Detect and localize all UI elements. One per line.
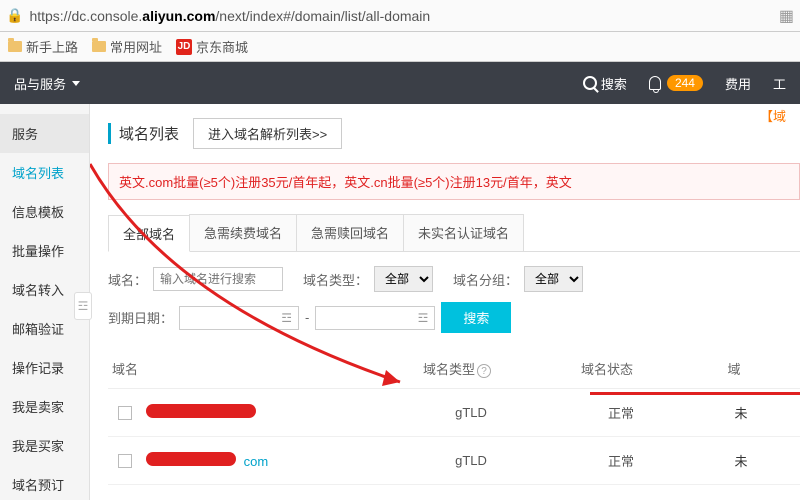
table-header: 域名 域名类型? 域名状态 域 bbox=[108, 349, 800, 389]
corner-link[interactable]: 【域 bbox=[760, 106, 786, 125]
redacted-icon bbox=[146, 404, 256, 418]
jd-icon: JD bbox=[176, 39, 192, 55]
nav-search[interactable]: 搜索 bbox=[583, 74, 627, 93]
th-status: 域名状态 bbox=[542, 359, 672, 378]
sidebar-item-op-log[interactable]: 操作记录 bbox=[0, 348, 89, 387]
filter-type-label: 域名类型： bbox=[303, 270, 368, 289]
cell-last: 未 bbox=[686, 403, 796, 422]
sidebar-item-domain-reserve[interactable]: 域名预订 bbox=[0, 465, 89, 504]
cell-domain[interactable] bbox=[146, 404, 386, 421]
promo-banner: 英文.com批量(≥5个)注册35元/首年起，英文.cn批量(≥5个)注册13元… bbox=[108, 163, 800, 200]
help-icon[interactable]: ? bbox=[477, 364, 491, 378]
row-checkbox[interactable] bbox=[118, 454, 132, 468]
tab-all-domains[interactable]: 全部域名 bbox=[108, 215, 190, 252]
sidebar-item-info-template[interactable]: 信息模板 bbox=[0, 192, 89, 231]
bookmark-label: 新手上路 bbox=[26, 37, 78, 56]
folder-icon bbox=[8, 41, 22, 52]
lock-icon: 🔒 bbox=[6, 7, 23, 24]
caret-down-icon bbox=[72, 81, 80, 86]
sidebar-item-batch-ops[interactable]: 批量操作 bbox=[0, 231, 89, 270]
bookmark-label: 常用网址 bbox=[110, 37, 162, 56]
sidebar-item-domain-list[interactable]: 域名列表 bbox=[0, 153, 89, 192]
bookmarks-bar: 新手上路 常用网址 JD 京东商城 bbox=[0, 32, 800, 62]
cell-status: 正常 bbox=[556, 451, 686, 470]
nav-fees[interactable]: 费用 bbox=[725, 74, 751, 93]
domain-suffix: com bbox=[244, 454, 269, 469]
domain-tabs: 全部域名 急需续费域名 急需赎回域名 未实名认证域名 bbox=[108, 214, 800, 252]
cell-last: 未 bbox=[686, 451, 796, 470]
page-title: 域名列表 bbox=[108, 123, 179, 144]
bell-icon bbox=[649, 76, 661, 90]
calendar-icon: ☲ bbox=[281, 311, 292, 325]
url-host: aliyun.com bbox=[142, 8, 215, 24]
notification-badge: 244 bbox=[667, 75, 703, 91]
search-button[interactable]: 搜索 bbox=[441, 302, 511, 333]
main-content: 【域 域名列表 进入域名解析列表>> 英文.com批量(≥5个)注册35元/首年… bbox=[90, 104, 800, 500]
sidebar-item-buyer[interactable]: 我是买家 bbox=[0, 426, 89, 465]
filter-type-select[interactable]: 全部 bbox=[374, 266, 433, 292]
qr-icon[interactable]: ▦ bbox=[779, 6, 794, 26]
filter-domain-label: 域名： bbox=[108, 270, 147, 289]
url-text[interactable]: https://dc.console.aliyun.com/next/index… bbox=[29, 8, 430, 24]
sidebar-item-service[interactable]: 服务 bbox=[0, 114, 89, 153]
row-checkbox[interactable] bbox=[118, 406, 132, 420]
th-type: 域名类型? bbox=[372, 359, 542, 378]
page-header: 域名列表 进入域名解析列表>> bbox=[108, 118, 800, 149]
calendar-icon: ☲ bbox=[418, 311, 429, 325]
th-last: 域 bbox=[672, 359, 796, 378]
search-icon bbox=[583, 76, 597, 90]
tab-unverified[interactable]: 未实名认证域名 bbox=[403, 214, 524, 251]
domain-table: 域名 域名类型? 域名状态 域 gTLD 正常 未 bbox=[108, 349, 800, 485]
th-domain: 域名 bbox=[112, 359, 372, 378]
filter-date-from[interactable]: ☲ bbox=[179, 306, 299, 330]
date-dash: - bbox=[305, 310, 309, 325]
folder-icon bbox=[92, 41, 106, 52]
url-prefix: https://dc.console. bbox=[29, 8, 142, 24]
filter-group-label: 域名分组： bbox=[453, 270, 518, 289]
browser-address-bar: 🔒 https://dc.console.aliyun.com/next/ind… bbox=[0, 0, 800, 32]
tab-renew-urgent[interactable]: 急需续费域名 bbox=[189, 214, 297, 251]
bookmark-jd[interactable]: JD 京东商城 bbox=[176, 37, 248, 56]
bookmark-newbie[interactable]: 新手上路 bbox=[8, 37, 78, 56]
nav-products-services[interactable]: 品与服务 bbox=[14, 74, 80, 93]
filter-group-select[interactable]: 全部 bbox=[524, 266, 583, 292]
filters: 域名： 域名类型： 全部 域名分组： 全部 到期日期： ☲ - ☲ 搜索 bbox=[108, 266, 800, 333]
cell-type: gTLD bbox=[386, 405, 556, 420]
nav-search-label: 搜索 bbox=[601, 74, 627, 93]
filter-expire-label: 到期日期： bbox=[108, 308, 173, 327]
annotation-underline bbox=[590, 392, 800, 395]
sidebar-item-seller[interactable]: 我是卖家 bbox=[0, 387, 89, 426]
top-nav: 品与服务 搜索 244 费用 工 bbox=[0, 62, 800, 104]
tab-redeem-urgent[interactable]: 急需赎回域名 bbox=[296, 214, 404, 251]
goto-dns-list-button[interactable]: 进入域名解析列表>> bbox=[193, 118, 342, 149]
nav-more[interactable]: 工 bbox=[773, 74, 786, 93]
bookmark-common-sites[interactable]: 常用网址 bbox=[92, 37, 162, 56]
table-row: com gTLD 正常 未 bbox=[108, 437, 800, 485]
cell-type: gTLD bbox=[386, 453, 556, 468]
filter-date-to[interactable]: ☲ bbox=[315, 306, 435, 330]
nav-products-label: 品与服务 bbox=[14, 74, 66, 93]
table-row: gTLD 正常 未 bbox=[108, 389, 800, 437]
filter-domain-input[interactable] bbox=[153, 267, 283, 291]
page-body: 服务 域名列表 信息模板 批量操作 域名转入 邮箱验证 操作记录 我是卖家 我是… bbox=[0, 104, 800, 500]
url-path: /next/index#/domain/list/all-domain bbox=[215, 8, 430, 24]
nav-notifications[interactable]: 244 bbox=[649, 75, 703, 91]
bookmark-label: 京东商城 bbox=[196, 37, 248, 56]
cell-domain[interactable]: com bbox=[146, 452, 386, 469]
redacted-icon bbox=[146, 452, 236, 466]
cell-status: 正常 bbox=[556, 403, 686, 422]
